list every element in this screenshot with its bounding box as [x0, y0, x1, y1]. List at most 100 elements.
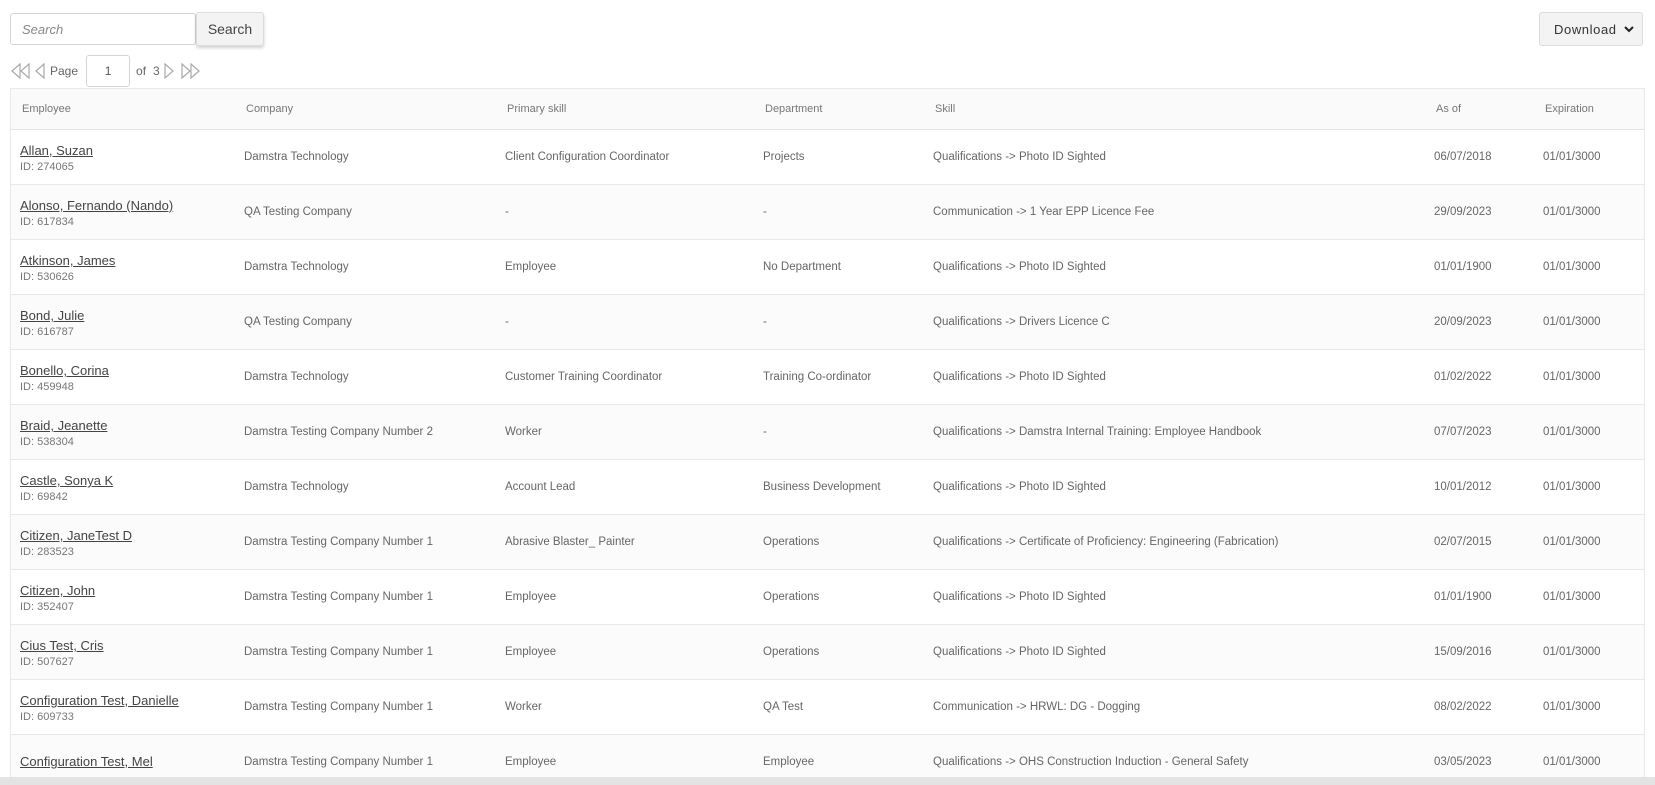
- table-row: Atkinson, James ID: 530626 Damstra Technol…: [11, 239, 1644, 295]
- employee-cell: Braid, Jeanette ID: 538304: [11, 404, 235, 460]
- primary-skill-cell: Worker: [496, 679, 754, 735]
- download-label: Download: [1554, 21, 1617, 37]
- department-cell: Operations: [754, 569, 924, 625]
- primary-skill-cell: Employee: [496, 624, 754, 680]
- company-cell: QA Testing Company: [235, 294, 496, 350]
- skill-cell: Qualifications -> Photo ID Sighted: [924, 624, 1425, 680]
- employee-id: ID: 538304: [20, 436, 74, 448]
- table-row: Allan, Suzan ID: 274065 Damstra Technology…: [11, 129, 1644, 185]
- company-cell: Damstra Technology: [235, 239, 496, 295]
- as-of-cell: 20/09/2023: [1425, 294, 1534, 350]
- primary-skill-cell: Account Lead: [496, 459, 754, 515]
- employee-cell: Alonso, Fernando (Nando) ID: 617834: [11, 184, 235, 240]
- employee-name-link[interactable]: Castle, Sonya K: [20, 473, 235, 488]
- first-page-icon[interactable]: [10, 62, 32, 80]
- department-cell: -: [754, 294, 924, 350]
- primary-skill-cell: Employee: [496, 239, 754, 295]
- employee-id: ID: 283523: [20, 546, 74, 558]
- skill-cell: Communication -> 1 Year EPP Licence Fee: [924, 184, 1425, 240]
- as-of-cell: 01/01/1900: [1425, 239, 1534, 295]
- employee-name-link[interactable]: Configuration Test, Mel: [20, 754, 235, 769]
- expiration-cell: 01/01/3000: [1534, 184, 1644, 240]
- department-cell: No Department: [754, 239, 924, 295]
- employee-name-link[interactable]: Allan, Suzan: [20, 143, 235, 158]
- employee-name-link[interactable]: Citizen, John: [20, 583, 235, 598]
- primary-skill-cell: Employee: [496, 569, 754, 625]
- employee-id: ID: 530626: [20, 271, 74, 283]
- employee-id: ID: 459948: [20, 381, 74, 393]
- as-of-cell: 08/02/2022: [1425, 679, 1534, 735]
- next-page-icon[interactable]: [163, 62, 175, 80]
- column-header-skill[interactable]: Skill: [924, 89, 1425, 130]
- primary-skill-cell: Abrasive Blaster_ Painter: [496, 514, 754, 570]
- employee-cell: Citizen, JaneTest D ID: 283523: [11, 514, 235, 570]
- department-cell: -: [754, 404, 924, 460]
- employee-skills-table: Employee Company Primary skill Departmen…: [10, 88, 1645, 785]
- horizontal-scrollbar[interactable]: [0, 777, 1655, 785]
- department-cell: Operations: [754, 514, 924, 570]
- employee-name-link[interactable]: Braid, Jeanette: [20, 418, 235, 433]
- company-cell: Damstra Testing Company Number 1: [235, 624, 496, 680]
- company-cell: Damstra Technology: [235, 349, 496, 405]
- table-header-row: Employee Company Primary skill Departmen…: [11, 89, 1644, 130]
- employee-name-link[interactable]: Bond, Julie: [20, 308, 235, 323]
- column-header-as-of[interactable]: As of: [1425, 89, 1534, 130]
- search-button[interactable]: Search: [196, 12, 264, 46]
- table-row: Alonso, Fernando (Nando) ID: 617834 QA Tes…: [11, 184, 1644, 240]
- employee-name-link[interactable]: Alonso, Fernando (Nando): [20, 198, 235, 213]
- employee-name-link[interactable]: Configuration Test, Danielle: [20, 693, 235, 708]
- skill-cell: Qualifications -> Damstra Internal Train…: [924, 404, 1425, 460]
- table-row: Citizen, JaneTest D ID: 283523 Damstra Tes…: [11, 514, 1644, 570]
- employee-cell: Cius Test, Cris ID: 507627: [11, 624, 235, 680]
- download-button[interactable]: Download: [1539, 12, 1643, 46]
- chevron-down-icon: [1623, 20, 1635, 41]
- as-of-cell: 01/02/2022: [1425, 349, 1534, 405]
- employee-id: ID: 69842: [20, 491, 68, 503]
- table-row: Castle, Sonya K ID: 69842 Damstra Technolo…: [11, 459, 1644, 515]
- employee-cell: Configuration Test, Danielle ID: 609733: [11, 679, 235, 735]
- employee-name-link[interactable]: Atkinson, James: [20, 253, 235, 268]
- employee-cell: Bonello, Corina ID: 459948: [11, 349, 235, 405]
- last-page-icon[interactable]: [179, 62, 201, 80]
- as-of-cell: 01/01/1900: [1425, 569, 1534, 625]
- department-cell: Training Co-ordinator: [754, 349, 924, 405]
- employee-id: ID: 616787: [20, 326, 74, 338]
- column-header-department[interactable]: Department: [754, 89, 924, 130]
- primary-skill-cell: -: [496, 184, 754, 240]
- department-cell: QA Test: [754, 679, 924, 735]
- company-cell: Damstra Technology: [235, 459, 496, 515]
- department-cell: Business Development: [754, 459, 924, 515]
- search-input[interactable]: [10, 13, 196, 45]
- skill-cell: Communication -> HRWL: DG - Dogging: [924, 679, 1425, 735]
- primary-skill-cell: Client Configuration Coordinator: [496, 129, 754, 185]
- employee-name-link[interactable]: Cius Test, Cris: [20, 638, 235, 653]
- expiration-cell: 01/01/3000: [1534, 679, 1644, 735]
- expiration-cell: 01/01/3000: [1534, 349, 1644, 405]
- column-header-primary-skill[interactable]: Primary skill: [496, 89, 754, 130]
- skill-cell: Qualifications -> Drivers Licence C: [924, 294, 1425, 350]
- table-row: Braid, Jeanette ID: 538304 Damstra Testing…: [11, 404, 1644, 460]
- employee-name-link[interactable]: Citizen, JaneTest D: [20, 528, 235, 543]
- employee-name-link[interactable]: Bonello, Corina: [20, 363, 235, 378]
- column-header-employee[interactable]: Employee: [11, 89, 235, 130]
- department-cell: Operations: [754, 624, 924, 680]
- primary-skill-cell: Customer Training Coordinator: [496, 349, 754, 405]
- expiration-cell: 01/01/3000: [1534, 514, 1644, 570]
- total-pages: 3: [153, 64, 160, 78]
- page-number-input[interactable]: [86, 55, 131, 87]
- company-cell: QA Testing Company: [235, 184, 496, 240]
- employee-cell: Castle, Sonya K ID: 69842: [11, 459, 235, 515]
- skill-cell: Qualifications -> Certificate of Profici…: [924, 514, 1425, 570]
- expiration-cell: 01/01/3000: [1534, 459, 1644, 515]
- column-header-expiration[interactable]: Expiration: [1534, 89, 1644, 130]
- expiration-cell: 01/01/3000: [1534, 404, 1644, 460]
- company-cell: Damstra Testing Company Number 1: [235, 514, 496, 570]
- company-cell: Damstra Testing Company Number 1: [235, 569, 496, 625]
- as-of-cell: 29/09/2023: [1425, 184, 1534, 240]
- column-header-company[interactable]: Company: [235, 89, 496, 130]
- company-cell: Damstra Testing Company Number 2: [235, 404, 496, 460]
- employee-id: ID: 507627: [20, 656, 74, 668]
- expiration-cell: 01/01/3000: [1534, 239, 1644, 295]
- previous-page-icon[interactable]: [34, 62, 46, 80]
- skill-cell: Qualifications -> Photo ID Sighted: [924, 569, 1425, 625]
